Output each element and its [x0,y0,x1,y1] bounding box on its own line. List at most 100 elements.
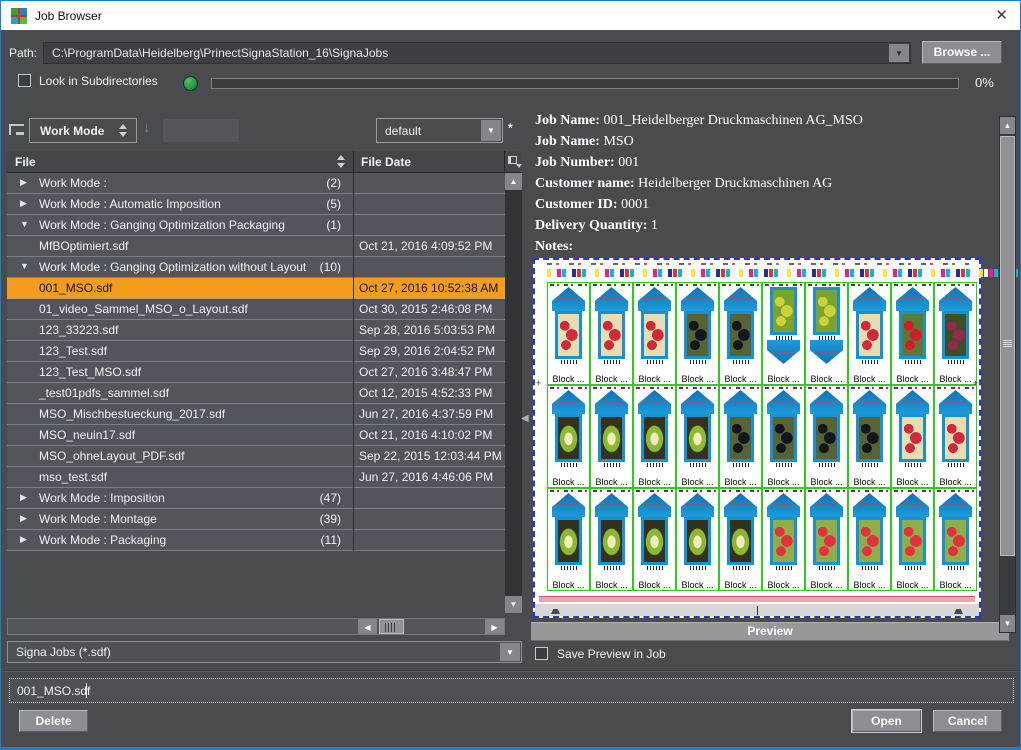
expand-icon[interactable]: ▶ [20,492,27,503]
collapse-icon[interactable]: ▼ [20,219,29,229]
redcurrant-photo [942,414,969,462]
close-icon[interactable]: ✕ [995,6,1008,24]
preview-label-cell: Block ... [934,488,977,591]
scroll-left-icon[interactable]: ◀ [358,619,377,634]
table-group-row[interactable]: ▶Work Mode : Automatic Imposition(5) [7,194,505,215]
label-arrow-shape [939,390,972,414]
open-button[interactable]: Open [852,710,921,732]
browse-button[interactable]: Browse ... [922,41,1002,64]
table-horizontal-scrollbar[interactable]: ◀ ▶ [7,618,505,635]
file-type-combo[interactable]: Signa Jobs (*.sdf) ▼ [7,641,522,663]
file-date: Oct 21, 2016 4:10:02 PM [359,428,492,442]
table-file-row[interactable]: 123_Test_MSO.sdfOct 27, 2016 3:48:47 PM [7,362,505,383]
column-header-file[interactable]: File [15,155,36,169]
expand-icon[interactable]: ▶ [20,198,27,209]
redcurrant-photo [598,311,625,359]
label-arrow-shape [939,493,972,517]
scroll-right-icon[interactable]: ▶ [485,619,504,634]
table-group-row[interactable]: ▶Work Mode :(2) [7,173,505,194]
preview-label-cell: Block ... [805,488,848,591]
preset-combo[interactable]: default ▼ [376,118,503,143]
expand-icon[interactable]: ▶ [20,513,27,524]
table-file-row[interactable]: MSO_Mischbestueckung_2017.sdfJun 27, 201… [7,404,505,425]
table-file-row[interactable]: MSO_ohneLayout_PDF.sdfSep 22, 2015 12:03… [7,446,505,467]
sheet-marks-strip [547,263,969,265]
barcode [819,336,835,340]
file-name: MfBOptimiert.sdf [39,239,128,253]
barcode [604,463,620,467]
group-label: Work Mode : Ganging Optimization Packagi… [39,218,285,232]
spinner-up-icon[interactable] [119,124,127,129]
spinner-down-icon[interactable] [119,132,127,137]
barcode [733,360,749,364]
quick-filter-input[interactable] [163,119,239,142]
column-config-arrow-icon[interactable] [516,164,522,168]
table-file-row[interactable]: _test01pdfs_sammel.sdfOct 12, 2015 4:52:… [7,383,505,404]
preview-label-cell: Block ... [719,488,762,591]
cancel-button[interactable]: Cancel [933,710,1002,732]
look-in-subdirectories-checkbox[interactable] [18,74,31,87]
preview-label-cell: Block ... [934,385,977,488]
strawberry-photo [813,517,840,565]
vertical-scroll-thumb[interactable] [1000,136,1015,556]
block-label: Block ... [552,477,584,487]
scroll-up-icon[interactable]: ▲ [505,173,522,190]
sort-desc-icon[interactable] [337,163,345,168]
color-patch-cluster [547,269,586,277]
label-arrow-shape [939,287,972,311]
path-dropdown-icon[interactable]: ▼ [889,44,909,62]
job-browser-window: Job Browser ✕ Path: C:\ProgramData\Heide… [0,0,1021,750]
collapse-icon[interactable]: ▼ [20,261,29,271]
column-header-file-date[interactable]: File Date [361,155,411,169]
label-arrow-shape [681,390,714,414]
table-file-row[interactable]: 123_33223.sdfSep 28, 2016 5:03:53 PM [7,320,505,341]
splitter-collapse-icon[interactable]: ◀ [521,413,529,424]
block-label: Block ... [638,580,670,590]
table-file-row[interactable]: 123_Test.sdfSep 29, 2016 2:04:52 PM [7,341,505,362]
scroll-down-icon[interactable]: ▼ [1000,615,1015,632]
block-label: Block ... [767,477,799,487]
expand-icon[interactable]: ▶ [20,177,27,188]
table-group-row[interactable]: ▶Work Mode : Montage(39) [7,509,505,530]
kiwi-photo [598,414,625,462]
table-group-row[interactable]: ▼ Work Mode : Ganging Optimization Packag… [7,215,505,236]
preview-button[interactable]: Preview [531,622,1009,641]
table-file-row[interactable]: mso_test.sdfJun 27, 2016 4:46:06 PM [7,467,505,488]
table-file-row[interactable]: 01_video_Sammel_MSO_o_Layout.sdfOct 30, … [7,299,505,320]
barcode [948,360,964,364]
expand-icon[interactable]: ▶ [20,534,27,545]
table-file-row[interactable]: 001_MSO.sdfOct 27, 2016 10:52:38 AM [7,278,505,299]
color-patch-cluster [931,269,970,277]
path-value: C:\ProgramData\Heidelberg\PrinectSignaSt… [52,46,388,60]
table-vertical-scrollbar[interactable]: ▲ ▼ [505,173,522,613]
scroll-up-icon[interactable]: ▲ [1000,117,1015,134]
preview-vertical-scrollbar[interactable]: ▲ ▼ [999,116,1016,633]
table-group-row[interactable]: ▶Work Mode : Imposition(47) [7,488,505,509]
title-bar[interactable]: Job Browser ✕ [1,1,1020,30]
table-group-row[interactable]: ▼Work Mode : Ganging Optimization withou… [7,257,505,278]
save-preview-checkbox[interactable] [535,647,548,660]
file-name: 123_Test.sdf [39,344,107,358]
block-label: Block ... [681,477,713,487]
preview-label-cell: Block ... [719,385,762,488]
filename-input[interactable]: 001_MSO.sdf [9,678,1014,703]
table-group-row[interactable]: ▶Work Mode : Packaging(11) [7,530,505,551]
table-file-row[interactable]: MSO_neuin17.sdfOct 21, 2016 4:10:02 PM [7,425,505,446]
block-label: Block ... [939,580,971,590]
column-config-icon[interactable] [508,156,517,164]
preview-label-cell: Block ... [547,282,590,385]
sort-icon[interactable]: ↓ [143,119,151,136]
scroll-down-icon[interactable]: ▼ [505,596,522,613]
preset-dropdown-icon[interactable]: ▼ [481,120,501,141]
file-type-dropdown-icon[interactable]: ▼ [500,643,520,661]
column-divider[interactable] [353,151,354,173]
preview-label-cell: Block ... [762,282,805,385]
color-control-bar [547,269,969,277]
path-combo[interactable]: C:\ProgramData\Heidelberg\PrinectSignaSt… [43,42,911,64]
table-file-row[interactable]: MfBOptimiert.sdfOct 21, 2016 4:09:52 PM [7,236,505,257]
sort-asc-icon[interactable] [337,155,345,160]
file-date: Sep 28, 2016 5:03:53 PM [359,323,495,337]
group-by-combo[interactable]: Work Mode [29,118,137,143]
horizontal-scroll-thumb[interactable] [379,619,404,634]
delete-button[interactable]: Delete [19,710,88,732]
